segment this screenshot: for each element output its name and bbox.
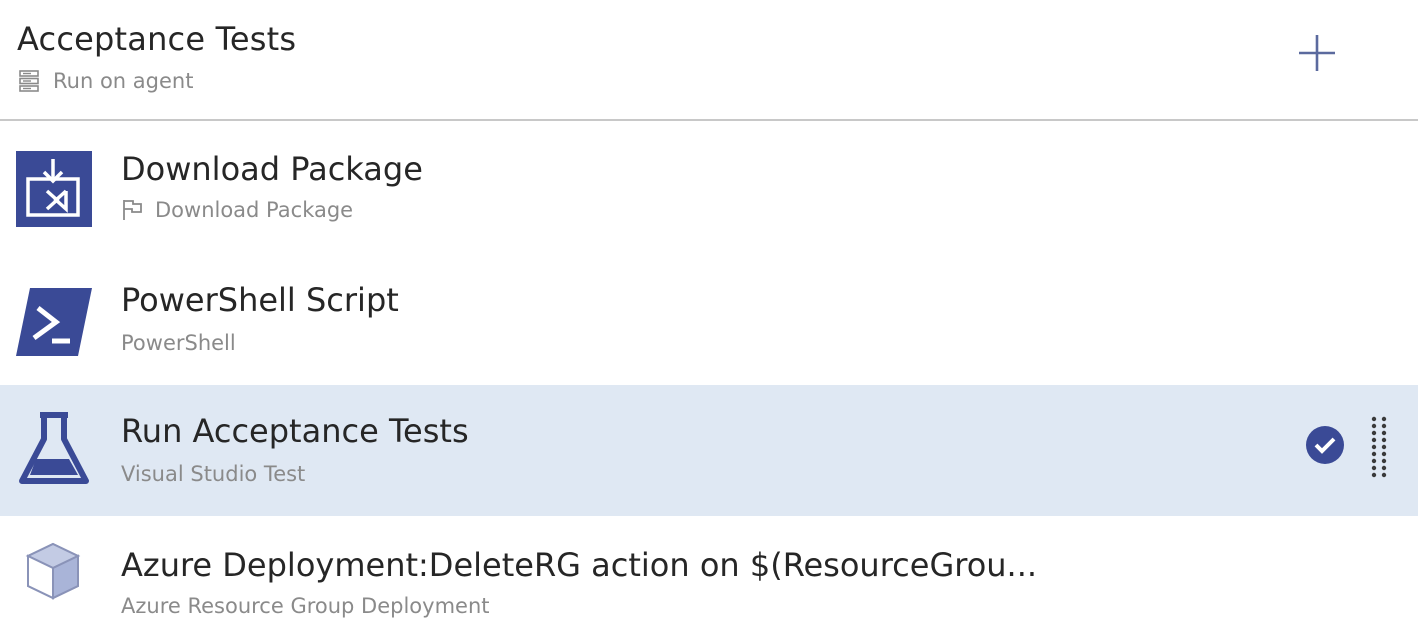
- task-row-powershell-script[interactable]: PowerShell Script PowerShell: [0, 254, 1418, 385]
- task-subtitle-row: PowerShell: [121, 331, 236, 355]
- job-title: Acceptance Tests: [17, 20, 297, 58]
- flask-icon: [19, 412, 89, 484]
- job-subtitle-row: Run on agent: [17, 68, 193, 94]
- server-icon: [19, 70, 39, 92]
- task-title: Azure Deployment:DeleteRG action on $(Re…: [121, 546, 1038, 584]
- powershell-icon: [16, 288, 92, 356]
- task-title: Run Acceptance Tests: [121, 412, 469, 450]
- task-title: Download Package: [121, 150, 423, 188]
- task-title: PowerShell Script: [121, 281, 399, 319]
- task-subtitle: Download Package: [155, 198, 354, 222]
- task-list-panel: Acceptance Tests Run on agent Download P…: [0, 0, 1418, 636]
- task-row-download-package[interactable]: Download Package Download Package: [0, 123, 1418, 254]
- plus-icon: [1299, 35, 1335, 71]
- job-subtitle: Run on agent: [53, 69, 194, 93]
- task-row-run-acceptance-tests[interactable]: Run Acceptance Tests Visual Studio Test: [0, 385, 1418, 516]
- task-row-azure-deployment[interactable]: Azure Deployment:DeleteRG action on $(Re…: [0, 516, 1418, 636]
- task-subtitle: Visual Studio Test: [121, 462, 306, 486]
- task-subtitle: Azure Resource Group Deployment: [121, 594, 490, 618]
- task-subtitle-row: Visual Studio Test: [121, 462, 305, 486]
- task-subtitle-row: Azure Resource Group Deployment: [121, 594, 490, 618]
- azure-cube-icon: [25, 542, 81, 600]
- drag-handle-icon[interactable]: [1368, 416, 1390, 482]
- check-circle-icon: [1306, 426, 1344, 464]
- job-header[interactable]: Acceptance Tests Run on agent: [0, 0, 1418, 121]
- download-package-icon: [16, 151, 92, 227]
- task-subtitle-row: Download Package: [121, 198, 353, 222]
- flag-icon: [123, 200, 142, 220]
- task-subtitle: PowerShell: [121, 331, 236, 355]
- add-task-button[interactable]: [1294, 30, 1340, 76]
